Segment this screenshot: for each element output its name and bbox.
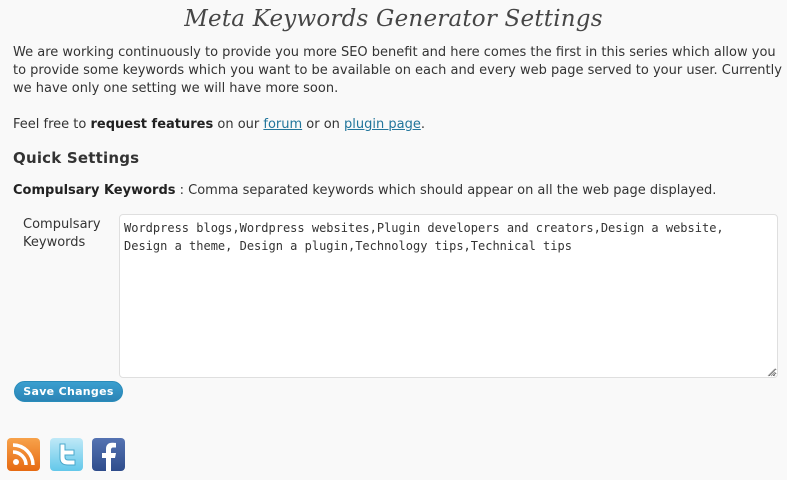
compulsary-keywords-textarea[interactable]: Wordpress blogs,Wordpress websites,Plugi… <box>119 214 778 378</box>
save-changes-button[interactable]: Save Changes <box>14 381 123 402</box>
request-features-text: Feel free to request features on our for… <box>13 116 425 134</box>
request-mid2: or on <box>302 117 345 132</box>
keywords-description-text: : Comma separated keywords which should … <box>175 183 717 198</box>
rss-icon[interactable] <box>7 438 40 471</box>
request-prefix: Feel free to <box>13 117 91 132</box>
keywords-description: Compulsary Keywords : Comma separated ke… <box>13 182 716 200</box>
request-features-bold: request features <box>90 117 214 132</box>
plugin-page-link[interactable]: plugin page <box>344 117 421 132</box>
quick-settings-heading: Quick Settings <box>13 149 140 167</box>
intro-text: We are working continuously to provide y… <box>13 45 782 96</box>
forum-link[interactable]: forum <box>263 117 302 132</box>
facebook-icon[interactable] <box>92 438 125 471</box>
keywords-description-label: Compulsary Keywords <box>13 183 176 198</box>
compulsary-keywords-label: Compulsary Keywords <box>23 217 101 250</box>
request-mid1: on our <box>213 117 264 132</box>
page-title: Meta Keywords Generator Settings <box>184 6 603 32</box>
request-suffix: . <box>420 117 425 132</box>
resize-grip-icon[interactable] <box>766 367 776 377</box>
twitter-icon[interactable] <box>50 438 83 471</box>
